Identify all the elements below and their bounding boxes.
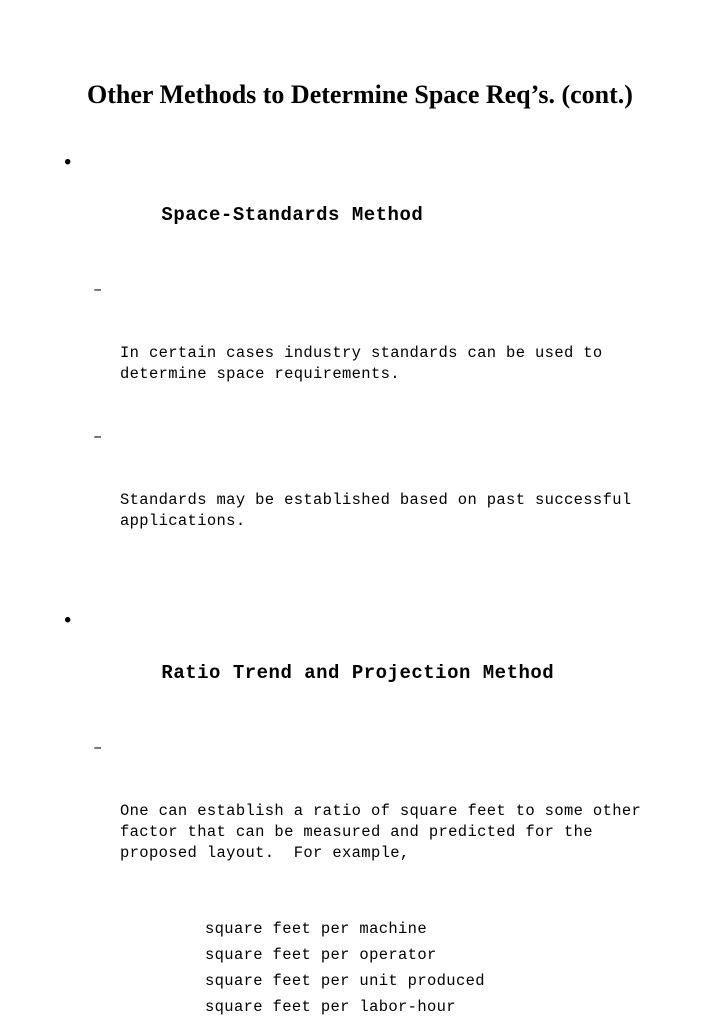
sub-bullet-text: In certain cases industry standards can … <box>120 344 603 383</box>
sub-bullet-item-establish-ratio: – One can establish a ratio of square fe… <box>0 738 720 906</box>
slide-body: • Space-Standards Method – In certain ca… <box>0 150 720 1020</box>
presentation-slide: Other Methods to Determine Space Req’s. … <box>0 0 720 1016</box>
dash-marker-icon: – <box>93 739 103 757</box>
bullet-dot-icon: • <box>62 152 74 174</box>
sub-bullet-item-standards-established: – Standards may be established based on … <box>0 427 720 574</box>
example-line: square feet per machine <box>205 920 427 938</box>
example-line: square feet per operator <box>205 946 437 964</box>
bullet-label: Space-Standards Method <box>161 204 424 226</box>
dash-marker-icon: – <box>93 281 103 299</box>
dash-marker-icon: – <box>93 428 103 446</box>
bullet-label: Ratio Trend and Projection Method <box>161 662 555 684</box>
page-title: Other Methods to Determine Space Req’s. … <box>87 80 633 109</box>
bullet-dot-icon: • <box>62 610 74 632</box>
sub-bullet-text: Standards may be established based on pa… <box>120 491 632 530</box>
bullet-item-ratio-trend-and-projection-method: • Ratio Trend and Projection Method <box>0 608 720 712</box>
sub-bullet-text: One can establish a ratio of square feet… <box>120 802 642 862</box>
example-line: square feet per unit produced <box>205 972 485 990</box>
bullet-item-space-standards-method: • Space-Standards Method <box>0 150 720 254</box>
sub-bullet-item-industry-standards: – In certain cases industry standards ca… <box>0 280 720 427</box>
example-line: square feet per labor-hour <box>205 998 456 1016</box>
